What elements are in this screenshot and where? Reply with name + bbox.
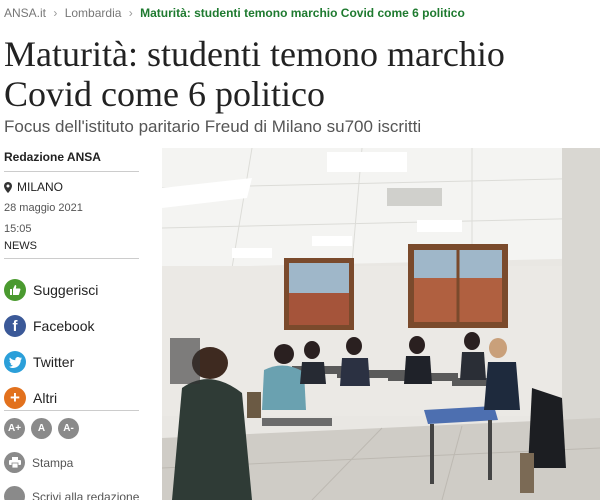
location-name: MILANO (17, 180, 64, 194)
thumbs-up-icon (4, 279, 26, 301)
breadcrumb-current: Maturità: studenti temono marchio Covid … (140, 6, 465, 20)
divider (4, 258, 139, 259)
print-button[interactable]: Stampa (4, 452, 73, 473)
twitter-icon (4, 351, 26, 373)
font-normal-button[interactable]: A (31, 418, 52, 439)
article-meta: Redazione ANSA MILANO 28 maggio 2021 15:… (4, 150, 154, 252)
map-pin-icon (4, 181, 12, 193)
article-subtitle: Focus dell'istituto paritario Freud di M… (4, 117, 422, 136)
article-title: Maturità: studenti temono marchio Covid … (4, 34, 505, 114)
breadcrumb-section-link[interactable]: Lombardia (65, 6, 122, 20)
mail-icon (4, 486, 25, 500)
breadcrumb: ANSA.it › Lombardia › Maturità: studenti… (4, 6, 465, 20)
font-increase-button[interactable]: A+ (4, 418, 25, 439)
twitter-label: Twitter (33, 354, 75, 370)
facebook-icon: f (4, 315, 26, 337)
share-panel: Suggerisci f Facebook Twitter + Altri (4, 272, 154, 416)
suggest-label: Suggerisci (33, 282, 99, 298)
divider (4, 410, 139, 411)
twitter-share-button[interactable]: Twitter (4, 344, 154, 380)
breadcrumb-separator: › (53, 6, 58, 20)
article-photo (162, 148, 600, 500)
section-label: NEWS (4, 240, 37, 252)
font-decrease-button[interactable]: A- (58, 418, 79, 439)
print-label: Stampa (32, 455, 74, 470)
location: MILANO (4, 180, 154, 194)
facebook-share-button[interactable]: f Facebook (4, 308, 154, 344)
breadcrumb-separator: › (128, 6, 133, 20)
publish-date: 28 maggio 2021 (4, 202, 83, 214)
write-label: Scrivi alla redazione (32, 489, 140, 500)
more-label: Altri (33, 390, 58, 406)
plus-icon: + (4, 387, 26, 409)
printer-icon (4, 452, 25, 473)
classroom-photo-image (162, 148, 600, 500)
facebook-label: Facebook (33, 318, 95, 334)
breadcrumb-home-link[interactable]: ANSA.it (4, 6, 46, 20)
font-size-controls: A+ A A- (4, 418, 79, 439)
author-name[interactable]: Redazione ANSA (4, 150, 139, 172)
publish-time: 15:05 (4, 223, 32, 235)
suggest-button[interactable]: Suggerisci (4, 272, 154, 308)
write-to-editors-button[interactable]: Scrivi alla redazione (4, 486, 139, 500)
